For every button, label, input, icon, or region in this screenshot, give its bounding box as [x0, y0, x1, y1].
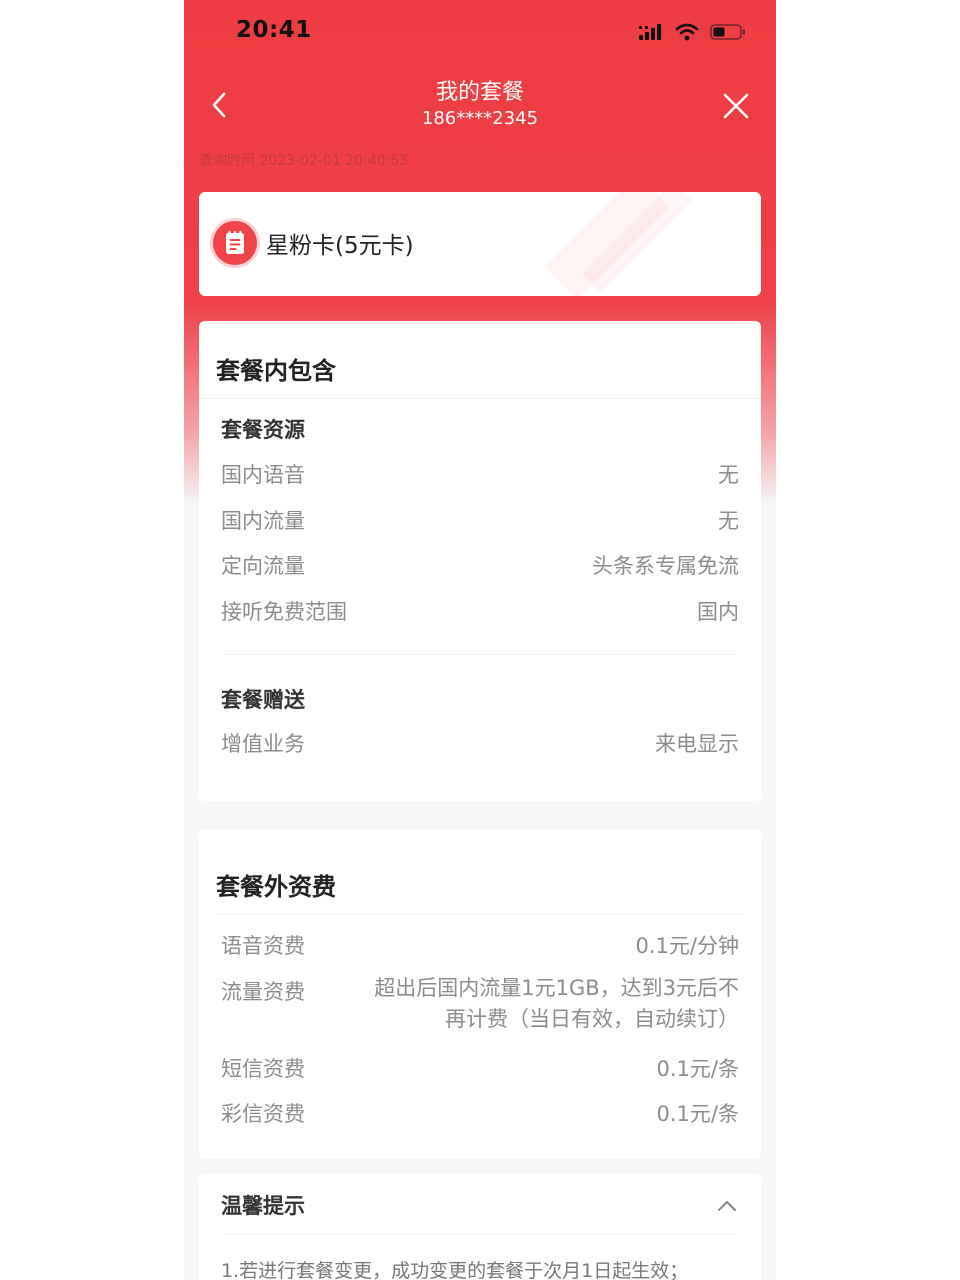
status-time: 20:41	[236, 17, 312, 43]
divider	[221, 654, 739, 655]
gifts-title: 套餐赠送	[221, 688, 305, 712]
wifi-icon	[675, 23, 699, 41]
plan-card[interactable]: 星粉卡(5元卡)	[199, 192, 761, 296]
phone-screen: 20:41 我的套餐 186****2345 查询时间 2023-02-01 2…	[184, 0, 776, 1280]
nav-bar: 我的套餐 186****2345	[184, 66, 776, 140]
row-label-data-fee: 流量资费	[221, 980, 305, 1004]
row-value-domestic-data: 无	[718, 509, 739, 533]
signal-icon	[639, 24, 661, 40]
status-bar: 20:41	[184, 0, 776, 62]
page-title: 我的套餐	[435, 80, 524, 105]
extra-fees-card: 套餐外资费 语音资费 0.1元/分钟 流量资费 超出后国内流量1元1GB，达到3…	[199, 829, 761, 1159]
row-value-targeted-data: 头条系专属免流	[592, 554, 739, 578]
row-value-sms-fee: 0.1元/条	[656, 1057, 739, 1081]
row-value-domestic-voice: 无	[718, 463, 739, 487]
phone-number: 186****2345	[421, 108, 539, 129]
row-label-targeted-data: 定向流量	[221, 554, 305, 578]
row-label-domestic-data: 国内流量	[221, 509, 305, 533]
row-label-mms-fee: 彩信资费	[221, 1102, 305, 1126]
row-label-domestic-voice: 国内语音	[221, 463, 305, 487]
included-card: 套餐内包含 套餐资源 国内语音 无 国内流量 无 定向流量 头条系专属免流 接听…	[199, 321, 761, 801]
row-value-data-fee: 超出后国内流量1元1GB，达到3元后不再计费（当日有效，自动续订）	[374, 976, 739, 1031]
query-time: 查询时间 2023-02-01 20:40:53	[199, 153, 409, 169]
battery-icon	[710, 24, 745, 40]
divider	[221, 1234, 739, 1235]
row-label-voice-fee: 语音资费	[221, 934, 305, 958]
row-value-mms-fee: 0.1元/条	[656, 1102, 739, 1126]
close-icon	[723, 93, 749, 119]
row-value-voice-fee: 0.1元/分钟	[635, 934, 739, 958]
plan-name: 星粉卡(5元卡)	[266, 233, 414, 259]
resources-title: 套餐资源	[221, 418, 305, 442]
status-icons	[638, 20, 746, 44]
plan-document-icon	[213, 221, 257, 265]
extra-fees-title: 套餐外资费	[216, 873, 336, 901]
included-title: 套餐内包含	[216, 357, 336, 385]
chevron-up-icon	[718, 1201, 736, 1211]
tips-title: 温馨提示	[221, 1194, 305, 1218]
row-value-free-answer-range: 国内	[697, 600, 739, 624]
tips-card: 温馨提示 1.若进行套餐变更，成功变更的套餐于次月1日起生效；	[199, 1174, 761, 1280]
divider	[199, 398, 761, 399]
close-button[interactable]	[720, 90, 752, 122]
row-label-sms-fee: 短信资费	[221, 1057, 305, 1081]
row-value-value-added: 来电显示	[655, 732, 739, 756]
collapse-tips-button[interactable]	[717, 1198, 737, 1212]
tip-item: 1.若进行套餐变更，成功变更的套餐于次月1日起生效；	[221, 1260, 689, 1280]
divider	[216, 914, 744, 915]
row-label-value-added: 增值业务	[221, 732, 305, 756]
row-label-free-answer-range: 接听免费范围	[221, 600, 347, 624]
